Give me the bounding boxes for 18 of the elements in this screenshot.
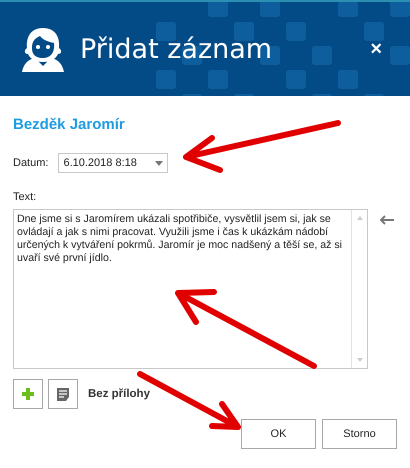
note-button[interactable] bbox=[48, 379, 78, 409]
client-name: Bezděk Jaromír bbox=[13, 116, 126, 133]
document-icon bbox=[57, 388, 69, 400]
close-button[interactable]: × bbox=[370, 38, 382, 60]
date-label: Datum: bbox=[13, 157, 48, 169]
attachment-status: Bez přílohy bbox=[88, 388, 150, 400]
cancel-button[interactable]: Storno bbox=[322, 419, 397, 449]
add-button[interactable] bbox=[13, 379, 43, 409]
person-icon bbox=[20, 26, 66, 72]
dialog-title: Přidat záznam bbox=[80, 34, 272, 64]
plus-icon bbox=[22, 388, 34, 400]
scroll-down-icon[interactable] bbox=[356, 358, 362, 362]
ok-button[interactable]: OK bbox=[241, 419, 316, 449]
dropdown-caret-icon bbox=[155, 160, 164, 166]
scroll-up-icon[interactable] bbox=[356, 216, 362, 220]
date-dropdown[interactable]: 6.10.2018 8:18 bbox=[58, 153, 168, 173]
back-arrow-icon[interactable] bbox=[380, 215, 394, 225]
text-label: Text: bbox=[13, 191, 36, 203]
